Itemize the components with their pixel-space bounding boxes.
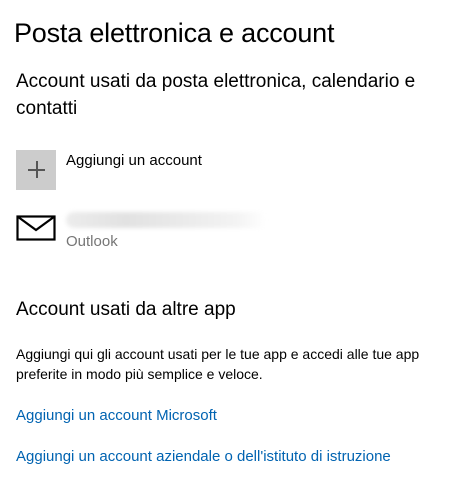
plus-icon <box>16 150 56 190</box>
add-account-button[interactable]: Aggiungi un account <box>16 150 202 190</box>
other-apps-description: Aggiungi qui gli account usati per le tu… <box>16 346 420 382</box>
add-account-label: Aggiungi un account <box>66 152 202 169</box>
other-apps-heading: Account usati da altre app <box>16 299 236 320</box>
account-email-redacted <box>66 212 266 228</box>
account-type-label: Outlook <box>66 233 118 250</box>
email-accounts-heading: Account usati da posta elettronica, cale… <box>16 71 416 119</box>
mail-icon <box>16 208 56 248</box>
add-microsoft-account-link[interactable]: Aggiungi un account Microsoft <box>16 406 217 426</box>
add-work-school-account-link[interactable]: Aggiungi un account aziendale o dell'ist… <box>16 447 391 467</box>
outlook-account-item[interactable]: Outlook <box>16 208 266 252</box>
page-title: Posta elettronica e account <box>14 18 335 48</box>
